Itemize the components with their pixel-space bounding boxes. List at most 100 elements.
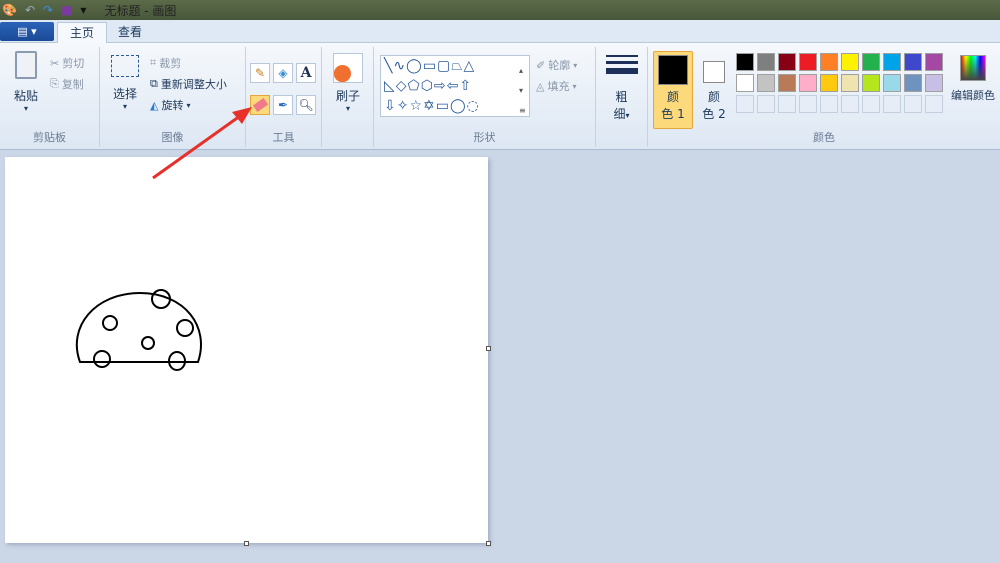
save-icon[interactable]: ■ — [61, 3, 72, 17]
edit-colors-label: 编辑颜色 — [951, 89, 995, 102]
palette-color[interactable] — [925, 74, 943, 92]
paste-label: 粘贴 — [13, 89, 38, 103]
palette-empty-slot[interactable] — [778, 95, 796, 113]
outline-label: 轮廓 — [548, 59, 571, 72]
clipboard-icon — [15, 51, 37, 79]
palette-color[interactable] — [841, 74, 859, 92]
palette-empty-slot[interactable] — [925, 95, 943, 113]
outline-icon: ✐ — [536, 58, 546, 72]
text-tool[interactable]: A — [296, 63, 316, 83]
palette-color[interactable] — [799, 53, 817, 71]
magnifier-icon: 🔍︎ — [298, 98, 314, 112]
palette-color[interactable] — [778, 74, 796, 92]
title-bar: 🎨 ↶ ↷ ■ ▾ 无标题 - 画图 — [0, 0, 1000, 20]
tab-view[interactable]: 查看 — [106, 22, 154, 44]
resize-button[interactable]: ⧉ 重新调整大小 — [150, 76, 227, 92]
fill-icon: ◬ — [536, 79, 545, 93]
paint-bucket-icon: ◈ — [278, 66, 288, 80]
resize-handle-bottom[interactable] — [244, 541, 249, 546]
group-colors: 颜色 1 颜色 2 编辑颜色 颜色 — [648, 47, 1000, 147]
magnifier-tool[interactable]: 🔍︎ — [296, 95, 316, 115]
palette-color[interactable] — [820, 74, 838, 92]
palette-empty-slot[interactable] — [904, 95, 922, 113]
select-label: 选择 — [112, 87, 137, 101]
tab-home[interactable]: 主页 — [57, 22, 108, 44]
palette-empty-slot[interactable] — [820, 95, 838, 113]
palette-color[interactable] — [904, 53, 922, 71]
quick-access-dropdown-icon[interactable]: ▾ — [80, 3, 86, 17]
shape-row[interactable]: ╲∿◯▭▢⏢△ — [384, 56, 529, 76]
undo-icon[interactable]: ↶ — [25, 3, 35, 17]
color1-label-a: 颜 — [666, 90, 679, 104]
drawing-canvas[interactable] — [5, 157, 491, 546]
eyedropper-icon: ✒ — [277, 98, 289, 112]
palette-color[interactable] — [883, 53, 901, 71]
rotate-button[interactable]: ◭ 旋转 ▾ — [150, 97, 190, 113]
palette-color[interactable] — [778, 53, 796, 71]
edit-colors-button[interactable]: 编辑颜色 — [948, 55, 998, 103]
palette-empty-slot[interactable] — [883, 95, 901, 113]
resize-label: 重新调整大小 — [160, 78, 227, 91]
palette-color[interactable] — [799, 74, 817, 92]
palette-empty-slot[interactable] — [799, 95, 817, 113]
shape-row[interactable]: ⇩✧☆✡▭◯◌ — [384, 96, 529, 116]
color-spectrum-icon — [960, 55, 986, 81]
size-label-2: 细 — [613, 107, 626, 121]
select-button[interactable]: 选择 ▾ — [108, 55, 142, 111]
palette-empty-slot[interactable] — [736, 95, 754, 113]
outline-button[interactable]: ✐ 轮廓 ▾ — [536, 57, 577, 73]
group-clipboard: 粘贴 ▾ ✂ 剪切 ⎘ 复制 剪贴板 — [0, 47, 100, 147]
dome-shape — [75, 291, 202, 363]
palette-color[interactable] — [862, 53, 880, 71]
shape-row[interactable]: ◺◇⬠⬡⇨⇦⇧ — [384, 76, 529, 96]
color1-button[interactable]: 颜色 1 — [653, 51, 693, 129]
color2-button[interactable]: 颜色 2 — [698, 51, 730, 123]
fill-tool[interactable]: ◈ — [273, 63, 293, 83]
palette-empty-slot[interactable] — [841, 95, 859, 113]
palette-color[interactable] — [757, 74, 775, 92]
file-menu-button[interactable]: ▤ ▾ — [0, 22, 54, 41]
brush-icon — [333, 53, 363, 83]
brushes-button[interactable]: 刷子 ▾ — [331, 53, 365, 113]
ribbon: 粘贴 ▾ ✂ 剪切 ⎘ 复制 剪贴板 选择 ▾ ⌗ 裁剪 ⧉ 重新调整大小 ◭ 旋转 ▾ 图… — [0, 43, 1000, 150]
palette-color[interactable] — [925, 53, 943, 71]
cut-button[interactable]: ✂ 剪切 — [50, 55, 84, 71]
ribbon-tabs: ▤ ▾ 主页 查看 — [0, 20, 1000, 44]
color2-label-a: 颜 — [707, 90, 720, 104]
palette-empty-slot[interactable] — [862, 95, 880, 113]
color2-label-b: 色 2 — [702, 107, 726, 121]
palette-color[interactable] — [904, 74, 922, 92]
palette-color[interactable] — [883, 74, 901, 92]
fill-button[interactable]: ◬ 填充 ▾ — [536, 78, 576, 94]
resize-icon: ⧉ — [150, 77, 158, 90]
resize-handle-corner[interactable] — [486, 541, 491, 546]
color-picker-tool[interactable]: ✒ — [273, 95, 293, 115]
palette-color[interactable] — [841, 53, 859, 71]
line-size-icon — [606, 55, 638, 74]
pencil-tool[interactable]: ✎ — [250, 63, 270, 83]
copy-button[interactable]: ⎘ 复制 — [50, 76, 84, 92]
palette-color[interactable] — [820, 53, 838, 71]
spot — [176, 319, 194, 337]
group-shapes: ╲∿◯▭▢⏢△ ◺◇⬠⬡⇨⇦⇧ ⇩✧☆✡▭◯◌ ▴ ▾ ≡ ✐ 轮廓 ▾ ◬ 填充 ▾ 形状 — [374, 47, 596, 147]
resize-handle-right[interactable] — [486, 346, 491, 351]
palette-color[interactable] — [736, 53, 754, 71]
redo-icon[interactable]: ↷ — [43, 3, 53, 17]
palette-color[interactable] — [862, 74, 880, 92]
paste-button[interactable]: 粘贴 ▾ — [8, 51, 44, 113]
size-button[interactable]: 粗细▾ — [596, 47, 648, 147]
eraser-icon — [252, 97, 268, 113]
crop-button[interactable]: ⌗ 裁剪 — [150, 55, 181, 71]
color1-swatch — [658, 55, 688, 85]
palette-color[interactable] — [736, 74, 754, 92]
fill-label: 填充 — [547, 80, 570, 93]
palette-color[interactable] — [757, 53, 775, 71]
shapes-gallery[interactable]: ╲∿◯▭▢⏢△ ◺◇⬠⬡⇨⇦⇧ ⇩✧☆✡▭◯◌ — [380, 55, 530, 117]
spot — [151, 289, 171, 309]
copy-label: 复制 — [61, 78, 84, 91]
spot — [102, 315, 118, 331]
eraser-tool[interactable] — [250, 95, 270, 115]
image-group-label: 图像 — [161, 131, 184, 144]
gallery-scroll[interactable]: ▴ ▾ ≡ — [519, 61, 526, 121]
palette-empty-slot[interactable] — [757, 95, 775, 113]
